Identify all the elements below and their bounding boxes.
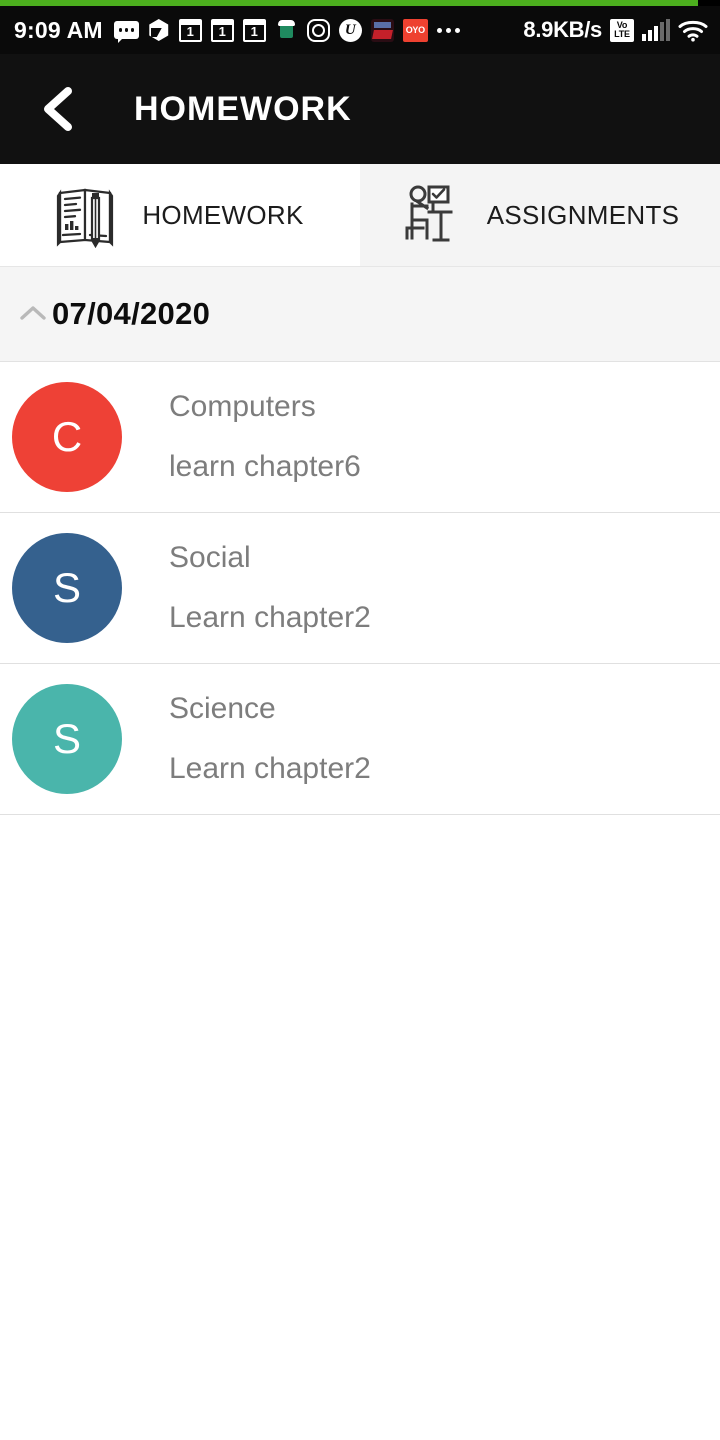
row-text-block: Social Learn chapter2 [169, 541, 371, 635]
tab-assignments-label: ASSIGNMENTS [486, 199, 680, 230]
tab-assignments[interactable]: ASSIGNMENTS [360, 164, 720, 266]
signal-bars-icon [642, 19, 670, 41]
student-desk-icon [405, 185, 453, 242]
date-group-label: 07/04/2020 [52, 296, 211, 331]
table-row[interactable]: C Computers learn chapter6 [0, 362, 720, 513]
network-speed-label: 8.9KB/s [523, 17, 602, 42]
school-app-icon [274, 18, 298, 42]
back-button[interactable] [30, 80, 88, 138]
calendar-icon-2: 1 [210, 18, 234, 42]
tab-bar: HOMEWORK ASSIGNMENTS [0, 164, 720, 267]
empty-list-area [0, 815, 720, 1440]
volte-icon: Vo LTE [610, 18, 634, 42]
avatar: C [12, 382, 122, 492]
book-pencil-icon [57, 188, 114, 248]
table-row[interactable]: S Science Learn chapter2 [0, 664, 720, 815]
more-notifications-icon [436, 27, 460, 33]
status-bar: 9:09 AM 1 1 1 U OYO 8.9KB/s Vo LTE [0, 6, 720, 54]
subject-label: Social [169, 541, 251, 574]
page-title: HOMEWORK [134, 89, 352, 128]
oyo-icon: OYO [402, 18, 428, 42]
top-progress-fill [0, 0, 699, 6]
task-label: Learn chapter2 [169, 752, 371, 785]
status-notification-icons: 1 1 1 U OYO [113, 18, 460, 43]
status-clock: 9:09 AM [14, 16, 103, 43]
task-label: Learn chapter2 [169, 601, 371, 634]
table-row[interactable]: S Social Learn chapter2 [0, 513, 720, 664]
row-text-block: Computers learn chapter6 [169, 390, 361, 484]
task-label: learn chapter6 [169, 450, 361, 483]
chevron-up-icon [20, 306, 46, 320]
app-bar: HOMEWORK [0, 54, 720, 164]
homework-list: C Computers learn chapter6 S Social Lear… [0, 362, 720, 815]
tab-homework[interactable]: HOMEWORK [0, 164, 360, 266]
calendar-icon-1: 1 [178, 18, 202, 42]
avatar: S [12, 684, 122, 794]
date-group-header[interactable]: 07/04/2020 [0, 267, 720, 362]
sms-icon [113, 21, 139, 43]
red-media-app-icon [370, 18, 394, 42]
homework-screen: 9:09 AM 1 1 1 U OYO 8.9KB/s Vo LTE HOMEW… [0, 0, 720, 1440]
wifi-icon [678, 19, 708, 42]
calendar-icon-3: 1 [242, 18, 266, 42]
drive-icon [148, 19, 170, 41]
uc-browser-icon: U [338, 18, 362, 42]
top-progress-bar [0, 0, 720, 6]
instagram-icon [306, 18, 330, 42]
avatar: S [12, 533, 122, 643]
subject-label: Computers [169, 390, 316, 423]
tab-homework-label: HOMEWORK [142, 199, 304, 230]
status-system-icons: 8.9KB/s Vo LTE [523, 17, 708, 43]
chevron-left-icon [44, 87, 72, 131]
row-text-block: Science Learn chapter2 [169, 692, 371, 786]
subject-label: Science [169, 692, 276, 725]
